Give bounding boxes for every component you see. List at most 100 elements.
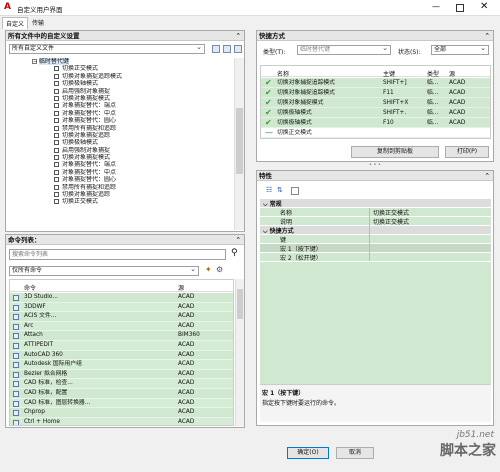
shortcut-row[interactable]: — 切换正交模式: [261, 128, 490, 138]
command-scrollbar[interactable]: [235, 279, 244, 426]
file-filter-dropdown[interactable]: 所有自定义文件: [9, 43, 205, 54]
command-row[interactable]: CAD 标准，配置 ACAD: [10, 388, 233, 399]
status-dropdown[interactable]: 全部: [431, 44, 489, 55]
maximize-icon[interactable]: [456, 4, 464, 12]
copy-to-clipboard-button[interactable]: 复制到剪贴板: [351, 146, 439, 158]
shortcut-row[interactable]: ✔ 切换极轴模式 SHIFT+. 临... ACAD: [261, 108, 490, 118]
print-button[interactable]: 打印(P): [445, 146, 489, 158]
tab-transfer[interactable]: 传输: [32, 18, 44, 27]
command-filter-dropdown[interactable]: 仅所有命令: [9, 265, 199, 276]
properties-panel: 特性 ⌃ ☷ ⇅ ⌵ 常规 名称 切换正交模式 说明 切换正交模式 ⌵ 快捷方式 键 …: [256, 170, 494, 426]
shortcut-row[interactable]: ✔ 切换对象捕捉追踪模式 F11 临... ACAD: [261, 88, 490, 98]
col-command[interactable]: 命令: [24, 283, 36, 292]
command-row[interactable]: AutoCAD 360 ACAD: [10, 350, 233, 361]
command-icon: [13, 381, 19, 388]
shortcut-row[interactable]: ✔ 切换对象捕捉模式 SHIFT+X 临... ACAD: [261, 98, 490, 108]
command-row[interactable]: Arc ACAD: [10, 321, 233, 332]
cancel-button[interactable]: 取消: [336, 447, 374, 459]
tree-item[interactable]: 对象捕捉替代：中点: [8, 110, 232, 117]
tree-item[interactable]: 禁用所有捕捉和追踪: [8, 125, 232, 132]
tree-item-label: 禁用所有捕捉和追踪: [62, 183, 117, 191]
save-icon[interactable]: [223, 45, 231, 53]
tree-item[interactable]: 切换正交模式: [8, 65, 232, 72]
tree-scrollbar[interactable]: [234, 58, 244, 230]
section-shortcuts[interactable]: ⌵ 快捷方式: [260, 226, 491, 235]
property-pages-icon[interactable]: [291, 187, 299, 195]
prop-row-name[interactable]: 名称 切换正交模式: [260, 208, 491, 217]
tree-item[interactable]: 禁用所有捕捉和追踪: [8, 184, 232, 191]
command-row[interactable]: Ctrl + Home ACAD: [10, 417, 233, 425]
tree-item[interactable]: 切换对象捕捉模式: [8, 154, 232, 161]
command-row[interactable]: 3D Studio... ACAD: [10, 293, 233, 303]
prop-row-description[interactable]: 说明 切换正交模式: [260, 217, 491, 226]
tree-item[interactable]: 切换对象捕捉模式: [8, 95, 232, 102]
command-row[interactable]: ATTIPEDIT ACAD: [10, 340, 233, 351]
tree-item[interactable]: 对象捕捉替代：端点: [8, 161, 232, 168]
check-icon: ✔: [265, 108, 272, 117]
ok-button[interactable]: 确定(O): [287, 447, 329, 459]
shortcut-row[interactable]: ✔ 切换极轴模式 F10 临... ACAD: [261, 118, 490, 128]
alphabetical-icon[interactable]: ⇅: [277, 186, 283, 194]
prop-row-keys[interactable]: 键: [260, 235, 491, 244]
collapse-node-icon[interactable]: −: [32, 59, 37, 65]
command-row[interactable]: Attach BIM360: [10, 331, 233, 341]
tree-item-label: 切换极轴模式: [62, 80, 99, 88]
command-row[interactable]: ACIS 文件... ACAD: [10, 312, 233, 322]
save-as-icon[interactable]: [234, 45, 242, 53]
command-row[interactable]: CAD 标准，检查... ACAD: [10, 379, 233, 389]
command-row[interactable]: Chprop ACAD: [10, 408, 233, 418]
col-type[interactable]: 类型: [427, 69, 439, 78]
command-scroll-thumb[interactable]: [237, 289, 243, 319]
categorized-icon[interactable]: ☷: [266, 186, 272, 194]
collapse-icon[interactable]: ⌃: [485, 31, 493, 40]
col-source[interactable]: 源: [178, 283, 184, 292]
tree-item[interactable]: 切换对象捕捉追踪模式: [8, 73, 232, 80]
prop-row-macro2[interactable]: 宏 2（松开键）: [260, 253, 491, 262]
close-icon[interactable]: ✕: [480, 1, 488, 12]
tree-item[interactable]: 启用强制对象捕捉: [8, 88, 232, 95]
tab-customize[interactable]: 自定义: [2, 17, 29, 29]
command-row[interactable]: 3DDWF ACAD: [10, 302, 233, 313]
tree-item[interactable]: 切换正交模式: [8, 198, 232, 205]
new-command-icon[interactable]: ✦: [205, 265, 212, 274]
tree-item[interactable]: 对象捕捉替代：圆心: [8, 117, 232, 124]
col-source[interactable]: 源: [449, 69, 455, 78]
tree-scroll-thumb[interactable]: [236, 108, 243, 174]
tree-item[interactable]: 切换极轴模式: [8, 139, 232, 146]
command-icon: [54, 177, 59, 183]
command-list-panel: 命令列表： ⌃ ⚲ 仅所有命令 ✦ ⚙ 命令 源 3D Studio... ACAD…: [5, 234, 245, 428]
filter-icon[interactable]: ⚙: [216, 265, 223, 274]
search-icon[interactable]: ⚲: [231, 248, 238, 258]
tree-root[interactable]: − 临时替代键: [8, 58, 232, 65]
tree-item[interactable]: 对象捕捉替代：中点: [8, 169, 232, 176]
tree-item[interactable]: 对象捕捉替代：端点: [8, 102, 232, 109]
collapse-icon[interactable]: ⌃: [485, 171, 493, 180]
open-file-icon[interactable]: [212, 45, 220, 53]
tree-item[interactable]: 对象捕捉替代：圆心: [8, 176, 232, 183]
section-general[interactable]: ⌵ 常规: [260, 199, 491, 208]
collapse-icon[interactable]: ⌃: [236, 31, 244, 40]
tree-item[interactable]: 切换对象捕捉追踪: [8, 132, 232, 139]
command-row[interactable]: Bezier 拟合网格 ACAD: [10, 369, 233, 380]
tree-item[interactable]: 启用强制对象捕捉: [8, 147, 232, 154]
command-icon: [54, 103, 59, 109]
type-dropdown[interactable]: 临时替代键: [297, 44, 391, 55]
command-row[interactable]: CAD 标准，图层转换器... ACAD: [10, 398, 233, 409]
command-icon: [13, 314, 19, 321]
prop-row-macro1[interactable]: 宏 1（按下键）: [260, 244, 491, 253]
shortcut-cell: ACAD: [449, 80, 466, 86]
tree-item-label: 对象捕捉替代：中点: [62, 109, 117, 117]
shortcut-row[interactable]: ✔ 切换对象捕捉追踪模式 SHIFT+] 临... ACAD: [261, 78, 490, 88]
splitter-handle[interactable]: • • •: [256, 163, 494, 168]
window-title: 自定义用户界面: [17, 6, 63, 14]
command-row[interactable]: Autodesk 国际用户组 ACAD: [10, 360, 233, 370]
command-icon: [13, 419, 19, 425]
command-search-input[interactable]: [9, 249, 226, 260]
col-name[interactable]: 名称: [277, 69, 289, 78]
col-key[interactable]: 主键: [383, 69, 395, 78]
collapse-icon[interactable]: ⌃: [236, 235, 244, 244]
minimize-icon[interactable]: —: [432, 2, 440, 11]
tree-item-label: 切换正交模式: [62, 198, 99, 206]
tree-item[interactable]: 切换对象捕捉追踪: [8, 191, 232, 198]
tree-item[interactable]: 切换极轴模式: [8, 80, 232, 87]
